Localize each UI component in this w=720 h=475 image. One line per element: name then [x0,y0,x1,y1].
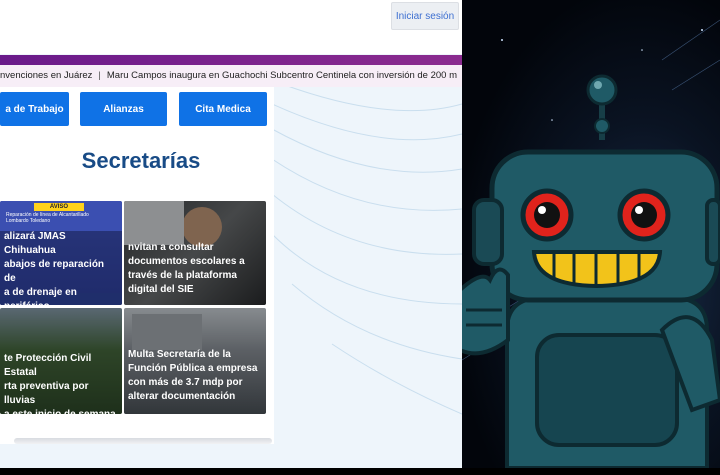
aviso-tag: AVISO [34,203,84,211]
robot-illustration [462,19,720,468]
aviso-banner: AVISO Reparación de línea de Alcantarill… [0,201,122,231]
section-title: Secretarías [81,148,201,173]
news-card[interactable]: te Protección Civil Estatal rta preventi… [0,308,122,414]
news-card[interactable]: AVISO Reparación de línea de Alcantarill… [0,201,122,305]
quick-link-bolsa-trabajo[interactable]: a de Trabajo [0,92,69,126]
news-headline: Multa Secretaría de la Función Pública a… [128,349,258,402]
bottom-bar [0,468,720,475]
header-accent-bar [0,55,462,65]
quick-link-cita-medica[interactable]: Cita Medica [179,92,267,126]
quick-link-alianzas[interactable]: Alianzas [80,92,167,126]
news-ticker: nvenciones en Juárez | Maru Campos inaugur… [0,65,462,87]
decorative-curves [272,84,462,415]
news-card[interactable]: Multa Secretaría de la Función Pública a… [124,308,266,414]
aviso-text: Reparación de línea de Alcantarillado Lo… [6,212,89,224]
robot-panel [462,0,720,468]
ticker-item[interactable]: nvenciones en Juárez [0,70,92,81]
news-card[interactable]: nvitan a consultar documentos escolares … [124,201,266,305]
news-headline: alizará JMAS Chihuahua abajos de reparac… [4,231,105,305]
content-bottom-shadow [14,438,272,444]
login-button[interactable]: Iniciar sesión [391,2,459,30]
ticker-item[interactable]: Maru Campos inaugura en Guachochi Subcen… [107,70,457,81]
news-headline: nvitan a consultar documentos escolares … [128,242,245,295]
site-header: Iniciar sesión [0,0,462,54]
screenshot: Iniciar sesión nvenciones en Juárez | Maru… [0,0,720,475]
ticker-separator: | [98,70,101,81]
news-headline: te Protección Civil Estatal rta preventi… [4,353,116,414]
